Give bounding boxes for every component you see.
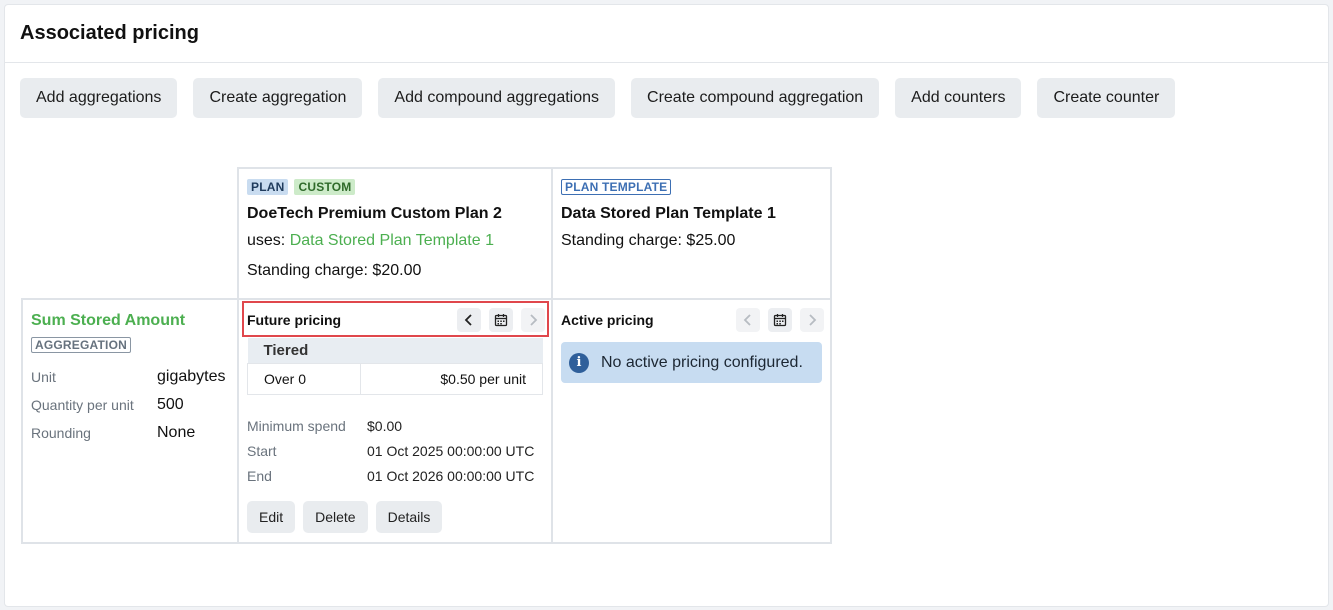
field-value: gigabytes [157,368,226,385]
meta-value: 01 Oct 2025 00:00:00 UTC [367,442,535,459]
edit-button[interactable]: Edit [247,501,296,533]
associated-pricing-panel: Associated pricing Add aggregations Crea… [4,4,1329,607]
grid-corner [21,167,239,299]
plan-template-badge: PLAN TEMPLATE [561,179,672,195]
table-row: Over 0 $0.50 per unit [247,363,543,395]
add-aggregations-button[interactable]: Add aggregations [20,78,178,118]
plan-template-name: Data Stored Plan Template 1 [561,205,776,222]
aggregation-title[interactable]: Sum Stored Amount [31,312,229,330]
delete-button[interactable]: Delete [303,501,368,533]
field-value: 500 [157,396,184,413]
tier-label: Over 0 [247,363,361,395]
active-pricing-nav [736,308,824,332]
no-active-pricing-alert: i No active pricing configured. [561,342,822,383]
field-row: Unit gigabytes [31,363,229,391]
tier-price: $0.50 per unit [360,363,543,395]
toolbar: Add aggregations Create aggregation Add … [20,78,1176,118]
create-aggregation-button[interactable]: Create aggregation [193,78,363,118]
alert-text: No active pricing configured. [601,353,803,371]
custom-badge: CUSTOM [294,179,356,195]
active-pricing-cell: Active pricing i No active pricing confi… [551,298,832,544]
plan-header-custom: PLAN CUSTOM DoeTech Premium Custom Plan 2… [237,167,553,300]
add-counters-button[interactable]: Add counters [895,78,1022,118]
meta-row: Start 01 Oct 2025 00:00:00 UTC [247,438,551,463]
meta-row: Minimum spend $0.00 [247,413,551,438]
standing-charge: Standing charge: $20.00 [247,262,422,279]
active-pricing-header: Active pricing [553,302,830,338]
panel-header: Associated pricing [5,5,1328,63]
selection-highlight [242,301,549,337]
meta-label: End [247,467,272,484]
meta-label: Start [247,442,277,459]
plan-name: DoeTech Premium Custom Plan 2 [247,205,502,222]
future-pricing-actions: Edit Delete Details [247,501,551,533]
chevron-right-icon[interactable] [800,308,824,332]
create-counter-button[interactable]: Create counter [1037,78,1176,118]
tier-table-header: Tiered [247,338,543,364]
meta-row: End 01 Oct 2026 00:00:00 UTC [247,463,551,488]
active-pricing-title: Active pricing [561,312,654,328]
meta-value: $0.00 [367,417,403,434]
field-value: None [157,424,196,441]
future-pricing-cell: Future pricing Tiered Over 0 $0.50 per u… [237,298,553,544]
create-compound-aggregation-button[interactable]: Create compound aggregation [631,78,880,118]
field-row: Rounding None [31,419,229,447]
aggregation-badge: AGGREGATION [31,337,131,353]
plan-template-link[interactable]: Data Stored Plan Template 1 [290,232,494,249]
pricing-grid: PLAN CUSTOM DoeTech Premium Custom Plan 2… [21,167,832,544]
tiered-pricing-table: Tiered Over 0 $0.50 per unit [247,338,543,395]
field-label: Rounding [31,425,91,441]
chevron-left-icon[interactable] [736,308,760,332]
uses-prefix: uses: [247,232,290,249]
plan-header-template: PLAN TEMPLATE Data Stored Plan Template … [551,167,832,300]
aggregation-cell: Sum Stored Amount AGGREGATION Unit gigab… [21,298,239,544]
details-button[interactable]: Details [375,501,443,533]
add-compound-aggregations-button[interactable]: Add compound aggregations [378,78,616,118]
plan-badge: PLAN [247,179,289,195]
field-label: Unit [31,369,56,385]
field-label: Quantity per unit [31,397,134,413]
info-icon: i [569,352,589,373]
uses-line: uses: Data Stored Plan Template 1 [247,232,543,250]
calendar-icon[interactable] [768,308,792,332]
meta-value: 01 Oct 2026 00:00:00 UTC [367,467,535,484]
template-standing-charge: Standing charge: $25.00 [561,232,736,249]
future-pricing-meta: Minimum spend $0.00 Start 01 Oct 2025 00… [239,413,551,488]
meta-label: Minimum spend [247,417,346,434]
field-row: Quantity per unit 500 [31,391,229,419]
panel-title: Associated pricing [20,22,199,44]
